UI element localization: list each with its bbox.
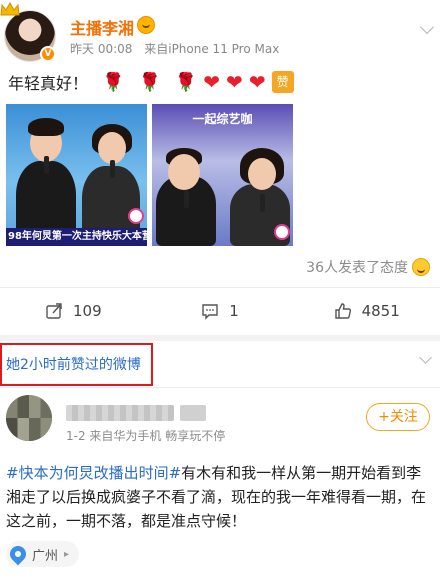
chevron-down-icon[interactable] bbox=[419, 351, 432, 364]
post-image[interactable]: 98年何炅第一次主持快乐大本营 bbox=[6, 104, 147, 246]
microphone bbox=[44, 156, 49, 174]
microphone bbox=[110, 160, 115, 178]
post-meta: 1-2 来自华为手机 畅享玩不停 bbox=[66, 429, 226, 443]
comment-count: 1 bbox=[229, 302, 239, 320]
follow-button[interactable]: +关注 bbox=[366, 403, 430, 431]
reactions-text: 36人发表了态度 bbox=[306, 260, 408, 276]
location-label: 广州 bbox=[32, 548, 59, 564]
thumbs-up-icon bbox=[334, 303, 351, 319]
person-head bbox=[168, 154, 200, 190]
avatar-mosaic bbox=[6, 418, 52, 441]
crown-icon bbox=[0, 2, 20, 16]
play-icon bbox=[274, 224, 290, 240]
person-hair bbox=[28, 118, 64, 136]
rose-icon: 🌹 bbox=[138, 71, 161, 93]
chevron-right-icon: ▸ bbox=[64, 548, 70, 560]
comment-button[interactable]: 1 bbox=[147, 295, 294, 327]
divider bbox=[0, 387, 440, 388]
heart-icon: ❤ bbox=[248, 70, 266, 94]
post-text: #快本为何炅改播出时间#有木有和我一样从第一期开始看到李湘走了以后换成疯婆子不看… bbox=[6, 461, 436, 533]
post-text: 年轻真好！ 🌹 🌹 🌹 ❤ ❤ ❤ 赞 bbox=[8, 70, 294, 94]
post-image[interactable]: 一起综艺咖 bbox=[152, 104, 293, 246]
repost-icon bbox=[46, 303, 62, 319]
liked-section-label: 她2小时前赞过的微博 bbox=[6, 357, 141, 373]
person-head bbox=[248, 158, 276, 190]
username-blurred[interactable] bbox=[66, 405, 174, 421]
post-source[interactable]: 来自iPhone 11 Pro Max bbox=[144, 42, 279, 56]
username-blurred bbox=[180, 405, 206, 421]
action-bar: 109 1 4851 bbox=[0, 295, 440, 327]
location-tag[interactable]: 广州 ▸ bbox=[6, 541, 80, 567]
repost-button[interactable]: 109 bbox=[0, 295, 147, 327]
weibo-post: 1-2 来自华为手机 畅享玩不停 +关注 #快本为何炅改播出时间#有木有和我一样… bbox=[0, 389, 440, 578]
verified-badge-icon: V bbox=[40, 46, 56, 62]
image-title: 一起综艺咖 bbox=[192, 112, 253, 126]
member-badge-icon bbox=[137, 16, 155, 34]
liked-section-header[interactable]: 她2小时前赞过的微博 bbox=[0, 341, 440, 386]
heart-icon: ❤ bbox=[226, 70, 243, 94]
microphone bbox=[184, 190, 189, 208]
chevron-down-icon[interactable] bbox=[419, 19, 435, 35]
reactions-count[interactable]: 36人发表了态度 bbox=[306, 257, 430, 277]
zan-emoji-icon: 赞 bbox=[271, 71, 294, 93]
location-pin-icon bbox=[6, 542, 30, 566]
rose-icon: 🌹 bbox=[174, 71, 198, 93]
like-button[interactable]: 4851 bbox=[293, 295, 440, 327]
weibo-post: V 主播李湘 昨天 00:08 来自iPhone 11 Pro Max 年轻真好… bbox=[0, 0, 440, 335]
laugh-emoji-icon bbox=[412, 258, 430, 276]
like-count: 4851 bbox=[361, 302, 400, 320]
divider bbox=[0, 287, 440, 288]
comment-icon bbox=[202, 304, 218, 320]
repost-count: 109 bbox=[73, 302, 102, 320]
microphone bbox=[260, 194, 265, 212]
username[interactable]: 主播李湘 bbox=[70, 15, 134, 39]
image-caption: 98年何炅第一次主持快乐大本营 bbox=[6, 228, 147, 246]
play-icon bbox=[128, 208, 144, 224]
topic-link[interactable]: #快本为何炅改播出时间# bbox=[6, 464, 181, 482]
rose-icon: 🌹 bbox=[102, 71, 125, 93]
post-text-body: 年轻真好！ bbox=[8, 74, 89, 93]
avatar[interactable] bbox=[6, 395, 52, 441]
heart-icon: ❤ bbox=[203, 70, 221, 94]
post-meta: 昨天 00:08 来自iPhone 11 Pro Max bbox=[70, 40, 287, 57]
post-time: 昨天 00:08 bbox=[70, 42, 133, 56]
